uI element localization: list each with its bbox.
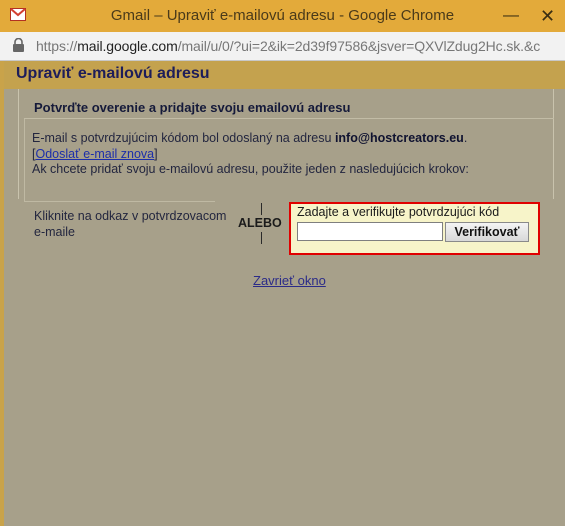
resend-email-link[interactable]: Odoslať e-mail znova bbox=[35, 147, 154, 161]
minimize-button[interactable]: — bbox=[496, 0, 526, 32]
dialog-title: Upraviť e-mailovú adresu bbox=[16, 65, 210, 82]
url-path: /mail/u/0/?ui=2&ik=2d39f97586&jsver=QXVl… bbox=[177, 38, 541, 54]
section-header: Potvrďte overenie a pridajte svoju email… bbox=[24, 92, 554, 119]
or-bar-bottom bbox=[261, 232, 262, 244]
browser-window: Gmail – Upraviť e-mailovú adresu - Googl… bbox=[0, 0, 565, 526]
dialog-titlebar: Upraviť e-mailovú adresu bbox=[4, 61, 565, 89]
resend-close-bracket: ] bbox=[154, 147, 158, 161]
url-scheme: https:// bbox=[36, 38, 78, 54]
or-label: ALEBO bbox=[238, 216, 282, 230]
verify-label: Zadajte a verifikujte potvrdzujúci kód bbox=[297, 205, 500, 219]
instruction-text: Ak chcete pridať svoju e-mailovú adresu,… bbox=[32, 162, 469, 176]
verify-code-box: Zadajte a verifikujte potvrdzujúci kód V… bbox=[289, 202, 540, 255]
window-title: Gmail – Upraviť e-mailovú adresu - Googl… bbox=[110, 7, 455, 24]
sent-text: E-mail s potvrdzujúcim kódom bol odoslan… bbox=[32, 131, 335, 145]
url-host: mail.google.com bbox=[77, 38, 178, 54]
sent-email: info@hostcreators.eu bbox=[334, 131, 464, 145]
url-text[interactable]: https://mail.google.com/mail/u/0/?ui=2&i… bbox=[36, 38, 540, 54]
sent-message: E-mail s potvrdzujúcim kódom bol odoslan… bbox=[32, 131, 467, 145]
close-window-button[interactable]: ✕ bbox=[530, 0, 565, 32]
sent-end: . bbox=[463, 131, 468, 145]
dialog-body: Potvrďte overenie a pridajte svoju email… bbox=[4, 89, 565, 526]
verify-button[interactable]: Verifikovať bbox=[445, 222, 529, 242]
section-title: Potvrďte overenie a pridajte svoju email… bbox=[34, 100, 351, 115]
verification-code-input[interactable] bbox=[297, 222, 443, 241]
window-titlebar[interactable]: Gmail – Upraviť e-mailovú adresu - Googl… bbox=[0, 0, 565, 32]
close-window-link[interactable]: Zavrieť okno bbox=[253, 273, 326, 288]
address-bar[interactable]: https://mail.google.com/mail/u/0/?ui=2&i… bbox=[0, 32, 565, 61]
resend-line: [Odoslať e-mail znova] bbox=[32, 147, 158, 161]
click-link-instruction: Kliknite na odkaz v potvrdzovacom e-mail… bbox=[34, 209, 227, 239]
or-bar-top bbox=[261, 203, 262, 215]
lock-icon bbox=[13, 38, 24, 52]
or-divider: ALEBO bbox=[234, 201, 294, 244]
